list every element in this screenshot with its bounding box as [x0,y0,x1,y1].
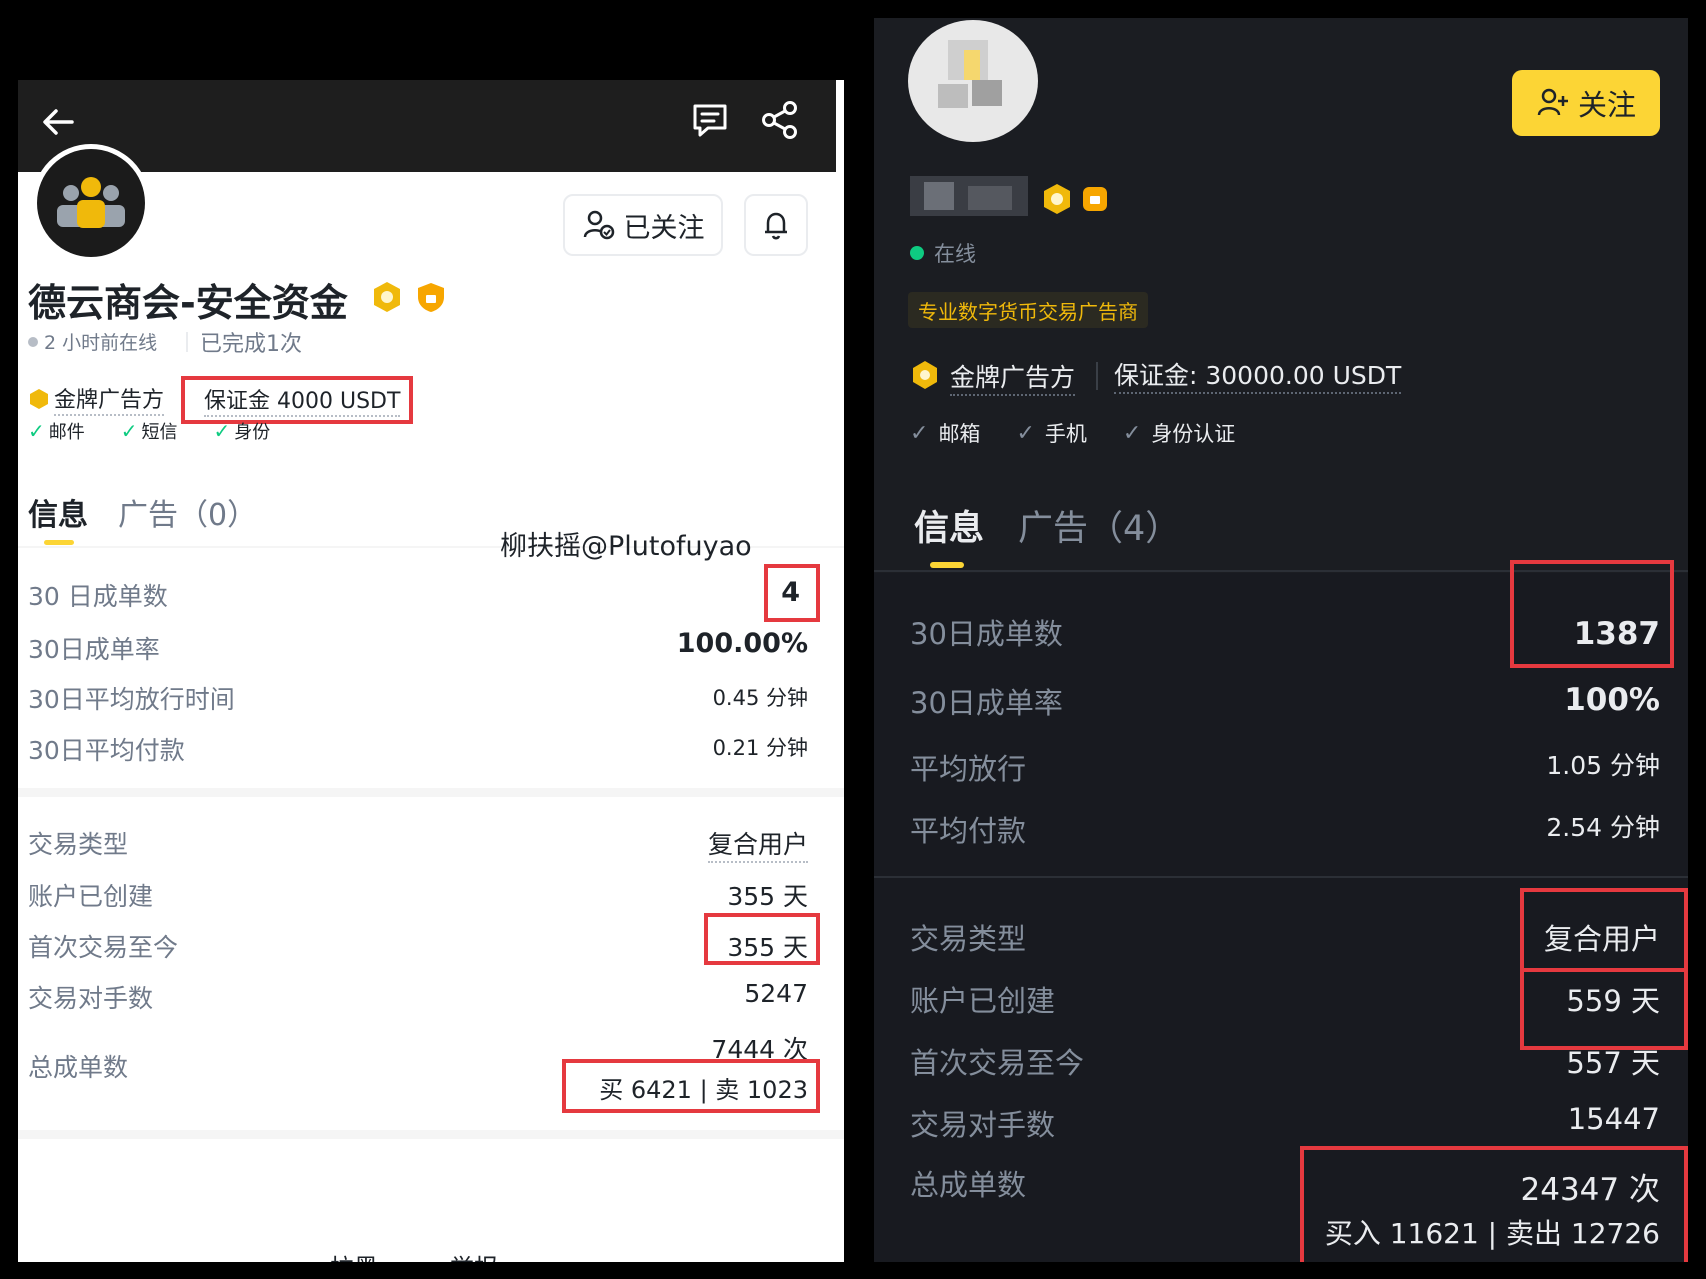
detail-label: 总成单数 [28,1053,129,1082]
gold-merchant-icon [374,282,400,312]
verification-item: ✓ 身份认证 [1122,420,1236,447]
gold-advertiser-badge[interactable]: 金牌广告方 [54,382,165,416]
detail-value: 557 天 [1566,1046,1660,1080]
active-tab-indicator [930,562,964,568]
follow-button[interactable]: 关注 [1512,70,1660,136]
followed-button-label: 已关注 [623,212,705,244]
divider [18,1130,844,1139]
detail-label: 首次交易至今 [910,1046,1085,1080]
completed-text: 已完成1次 [200,332,302,357]
user-plus-icon [1537,88,1568,116]
verification-item: ✓ 身份 [213,419,271,443]
stat-label: 30 日成单数 [28,582,168,611]
chat-icon[interactable] [688,98,732,142]
report-link[interactable]: 举报 [450,1248,498,1262]
stat-label: 30日平均付款 [28,736,185,765]
verification-item: ✓ 手机 [1016,420,1087,447]
detail-label: 首次交易至今 [28,933,179,962]
detail-value: 15447 [1567,1102,1660,1136]
shield-deposit-icon [418,283,444,312]
merchant-name: 德云商会-安全资金 [28,281,348,325]
gold-advertiser-badge[interactable]: 金牌广告方 [950,358,1076,396]
verification-list: ✓ 邮件 ✓ 短信 ✓ 身份 [28,418,270,444]
stat-value: 2.54 分钟 [1546,813,1660,842]
right-profile-panel: 关注 在线 专业数字货币交易广告商 金牌广告方 保证金: 30000.00 US… [874,18,1688,1262]
detail-label: 总成单数 [910,1168,1027,1202]
tab-ads[interactable]: 广告（4） [1018,500,1180,551]
advertiser-tag: 专业数字货币交易广告商 [908,292,1148,328]
gold-badge-icon [30,389,48,409]
online-status: 在线 [934,242,976,266]
deposit-amount[interactable]: 保证金: 30000.00 USDT [1114,356,1402,394]
stat-value: 100.00% [676,628,808,659]
share-icon[interactable] [758,98,802,142]
stat-label: 30日成单率 [910,686,1063,720]
bell-icon [765,212,787,240]
detail-value: 5247 [744,979,808,1008]
offline-dot [28,337,38,347]
avatar [908,20,1038,142]
watermark-text: 柳扶摇@Plutofuyao [500,531,752,562]
buy-sell-breakdown: 买入 11621 | 卖出 12726 [1324,1217,1660,1250]
check-icon: ✓ [28,419,45,443]
notification-button[interactable] [744,194,808,256]
follow-button-label: 关注 [1577,88,1636,122]
user-check-icon [583,210,614,240]
tab-ads[interactable]: 广告（0） [118,490,257,534]
stat-label: 30日平均放行时间 [28,685,235,714]
stat-label: 30日成单数 [910,617,1063,651]
active-tab-indicator [44,540,74,545]
followed-button[interactable]: 已关注 [563,194,723,256]
divider [874,876,1688,878]
detail-label: 交易类型 [28,830,129,859]
check-icon: ✓ [120,419,138,443]
verification-item: ✓ 短信 [120,419,178,443]
detail-value: 559 天 [1566,984,1660,1018]
detail-label: 交易对手数 [910,1108,1056,1142]
stat-label: 30日成单率 [28,635,160,664]
divider [18,788,844,797]
detail-label: 交易对手数 [28,984,154,1013]
stat-value: 1.05 分钟 [1546,751,1660,780]
check-icon: ✓ [1122,420,1142,446]
detail-value: 355 天 [727,933,808,962]
avatar [32,144,150,262]
group-avatar-icon [37,149,145,257]
verification-item: ✓ 邮件 [28,419,85,443]
trade-type-value[interactable]: 复合用户 [1544,916,1660,958]
stat-value: 4 [781,577,800,608]
stat-label: 平均放行 [910,752,1027,786]
check-icon: ✓ [910,420,929,446]
stat-label: 平均付款 [910,814,1027,848]
check-icon: ✓ [213,419,231,443]
gold-badge-icon [913,361,937,389]
tab-info[interactable]: 信息 [28,490,88,534]
stat-value: 1387 [1573,616,1660,652]
verification-item: ✓ 邮箱 [910,420,981,447]
verification-list: ✓ 邮箱 ✓ 手机 ✓ 身份认证 [910,418,1235,448]
stat-value: 100% [1564,682,1660,718]
left-profile-panel: 已关注 德云商会-安全资金 2 小时前在线 已完成1次 金牌广告方 保证金 40… [18,80,844,1262]
block-link[interactable]: 拉黑 [330,1248,378,1262]
back-arrow-icon[interactable] [38,102,78,142]
stat-value: 0.45 分钟 [712,686,808,710]
stat-value: 0.21 分钟 [712,736,808,760]
shield-deposit-icon [1083,187,1107,211]
detail-label: 账户已创建 [28,882,154,911]
gold-merchant-icon [1044,184,1070,214]
tab-info[interactable]: 信息 [914,500,984,551]
buy-sell-breakdown: 买 6421 | 卖 1023 [599,1076,808,1104]
detail-value: 355 天 [727,882,808,911]
trade-type-value[interactable]: 复合用户 [707,825,808,863]
blurred-name [910,176,1028,216]
detail-label: 交易类型 [910,922,1027,956]
check-icon: ✓ [1016,420,1035,446]
last-online-text: 2 小时前在线 [44,332,158,354]
total-orders-value: 24347 次 [1520,1172,1660,1208]
online-dot [910,246,924,260]
detail-label: 账户已创建 [910,984,1056,1018]
deposit-amount[interactable]: 保证金 4000 USDT [204,383,401,417]
